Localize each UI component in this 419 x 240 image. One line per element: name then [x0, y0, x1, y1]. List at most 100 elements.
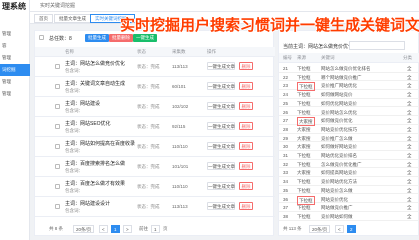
generate-article-button[interactable]: 一键生成文章: [207, 182, 235, 190]
keyword-row: 36 下拉框 网站竞价优化全: [279, 195, 419, 205]
table-row: 主词：网站如何提高在百度收录 包含词： 状态：完成 110/110 一键生成文章…: [35, 137, 275, 157]
keyword-pagination: 共 113 条 20条/页 < 2: [279, 223, 419, 235]
keyword-number: 30: [283, 144, 289, 150]
row-checkbox[interactable]: [55, 124, 60, 129]
row-checkbox[interactable]: [55, 104, 60, 109]
task-count: 总任数：8: [49, 36, 72, 42]
keyword-number: 23: [283, 83, 289, 89]
delete-button[interactable]: 删除: [239, 82, 253, 90]
row-checkbox[interactable]: [55, 64, 60, 69]
batch-generate-button[interactable]: 批量生成: [85, 34, 109, 42]
generate-article-button[interactable]: 一键生成文章: [207, 122, 235, 130]
row-count: 113/113: [172, 204, 188, 209]
keyword-text: 网站竞价优化: [321, 196, 348, 202]
sidebar-item-6[interactable]: 管理: [0, 88, 30, 100]
row-count: 60/101: [172, 84, 186, 89]
page-1-button[interactable]: 1: [111, 225, 120, 233]
keyword-text: 网站怎么做竞价优化排名: [321, 66, 371, 71]
keyword-number: 33: [283, 170, 289, 176]
delete-button[interactable]: 删除: [239, 162, 253, 170]
keyword-text: 如何提高网站竞价: [321, 170, 357, 176]
keyword-text: 网站做竞价推广: [321, 205, 353, 211]
keyword-text: 竞价网站优化方法: [321, 179, 357, 185]
sidebar-item-5[interactable]: 管理: [0, 76, 30, 88]
row-main-keyword: 主词：网站建设设计: [65, 201, 111, 207]
row-checkbox[interactable]: [55, 84, 60, 89]
col-status: 状态: [137, 49, 146, 54]
delete-button[interactable]: 删除: [239, 142, 253, 150]
generate-article-button[interactable]: 一键生成文章: [207, 202, 235, 210]
keyword-page-size-select[interactable]: 20条/页: [309, 225, 331, 233]
row-status: 状态：完成: [137, 144, 160, 149]
row-count: 110/110: [172, 184, 188, 189]
row-checkbox[interactable]: [55, 184, 60, 189]
sidebar-item-2[interactable]: 容: [0, 40, 30, 52]
keyword-prev-page-button[interactable]: <: [335, 225, 344, 233]
generate-article-button[interactable]: 一键生成文章: [207, 162, 235, 170]
page-size-select[interactable]: 20条/页: [73, 225, 95, 233]
row-status: 状态：完成: [137, 204, 160, 209]
generate-article-button[interactable]: 一键生成文章: [207, 142, 235, 150]
keyword-source: 下拉框: [297, 161, 311, 167]
row-main-keyword: 主词：百度搜索排名怎么做: [65, 161, 126, 167]
keyword-number: 38: [283, 213, 289, 219]
goto-page-input[interactable]: 1: [151, 225, 160, 233]
goto-unit: 页: [163, 226, 168, 231]
generate-article-button[interactable]: 一键生成文章: [207, 102, 235, 110]
keyword-category: 全: [407, 66, 412, 71]
delete-button[interactable]: 删除: [239, 102, 253, 110]
keyword-number: 34: [283, 179, 289, 185]
delete-button[interactable]: 删除: [239, 202, 253, 210]
tab-batch-articles[interactable]: 批量文章生成: [54, 14, 91, 23]
generate-article-button[interactable]: 一键生成文章: [207, 62, 235, 70]
keyword-category: 全: [407, 83, 412, 89]
keyword-search-input[interactable]: [349, 41, 405, 50]
row-status: 状态：完成: [137, 104, 160, 109]
select-all-checkbox[interactable]: [39, 35, 44, 40]
next-page-button[interactable]: >: [123, 225, 132, 233]
keyword-page-button[interactable]: 2: [347, 225, 356, 233]
row-checkbox[interactable]: [55, 204, 60, 209]
delete-button[interactable]: 删除: [239, 62, 253, 70]
row-include-words: 包含词：: [65, 208, 83, 213]
keyword-source: 下拉框: [297, 100, 311, 106]
keyword-text: 网站优化竞价排名: [321, 153, 357, 158]
sidebar-item-1[interactable]: 管理: [0, 28, 30, 40]
row-include-words: 包含词：: [65, 168, 83, 173]
keyword-source: 大家搜: [297, 170, 311, 176]
keyword-text: 如何做竞价优化: [321, 118, 353, 124]
col-number: 编号: [283, 55, 292, 60]
keyword-row: 23 下拉框 竞价推广网站优化全: [279, 81, 419, 92]
keyword-number: 29: [283, 135, 289, 141]
keyword-row: 33 大家搜 如何提高网站竞价 全: [279, 168, 419, 178]
keyword-source: 下拉框: [297, 92, 311, 98]
app-window: 理系统 管理 容 管理 词挖掘 管理 管理 实时关键词挖掘 首页 批量文章生成 …: [0, 0, 419, 240]
row-count: 101/101: [172, 164, 189, 169]
col-count: 采集数: [172, 49, 186, 54]
prev-page-button[interactable]: <: [99, 225, 108, 233]
keyword-text: 哪个网站做竞价推广: [321, 74, 362, 80]
row-checkbox[interactable]: [55, 144, 60, 149]
breadcrumb: 实时关键词挖掘: [40, 3, 76, 9]
keyword-source: 下拉框: [297, 205, 311, 211]
sidebar-item-keyword-mining[interactable]: 词挖掘: [0, 64, 30, 76]
delete-button[interactable]: 删除: [239, 122, 253, 130]
row-main-keyword: 主词：网站建设: [65, 101, 101, 107]
tab-home[interactable]: 首页: [34, 14, 53, 23]
keyword-source: 大家搜: [297, 144, 311, 150]
app-title: 理系统: [2, 2, 26, 11]
row-count: 110/110: [172, 144, 188, 149]
keyword-row: 35 下拉框 网站竞价怎么做 全: [279, 186, 419, 195]
row-main-keyword: 主词：网站怎么做竞价优化: [65, 61, 126, 67]
sidebar-item-3[interactable]: 管理: [0, 52, 30, 64]
row-checkbox[interactable]: [55, 164, 60, 169]
sidebar: 理系统 管理 容 管理 词挖掘 管理 管理: [0, 0, 30, 240]
delete-button[interactable]: 删除: [239, 182, 253, 190]
keyword-number: 32: [283, 161, 289, 167]
keyword-source: 大家搜: [297, 126, 311, 132]
row-count: 113/113: [172, 64, 188, 69]
generate-article-button[interactable]: 一键生成文章: [207, 82, 235, 90]
row-status: 状态：完成: [137, 64, 160, 69]
table-row: 主词：百度搜索排名怎么做 包含词： 状态：完成 101/101 一键生成文章 删…: [35, 157, 275, 177]
keyword-row: 37 下拉框 网站做竞价推广 全: [279, 203, 419, 212]
